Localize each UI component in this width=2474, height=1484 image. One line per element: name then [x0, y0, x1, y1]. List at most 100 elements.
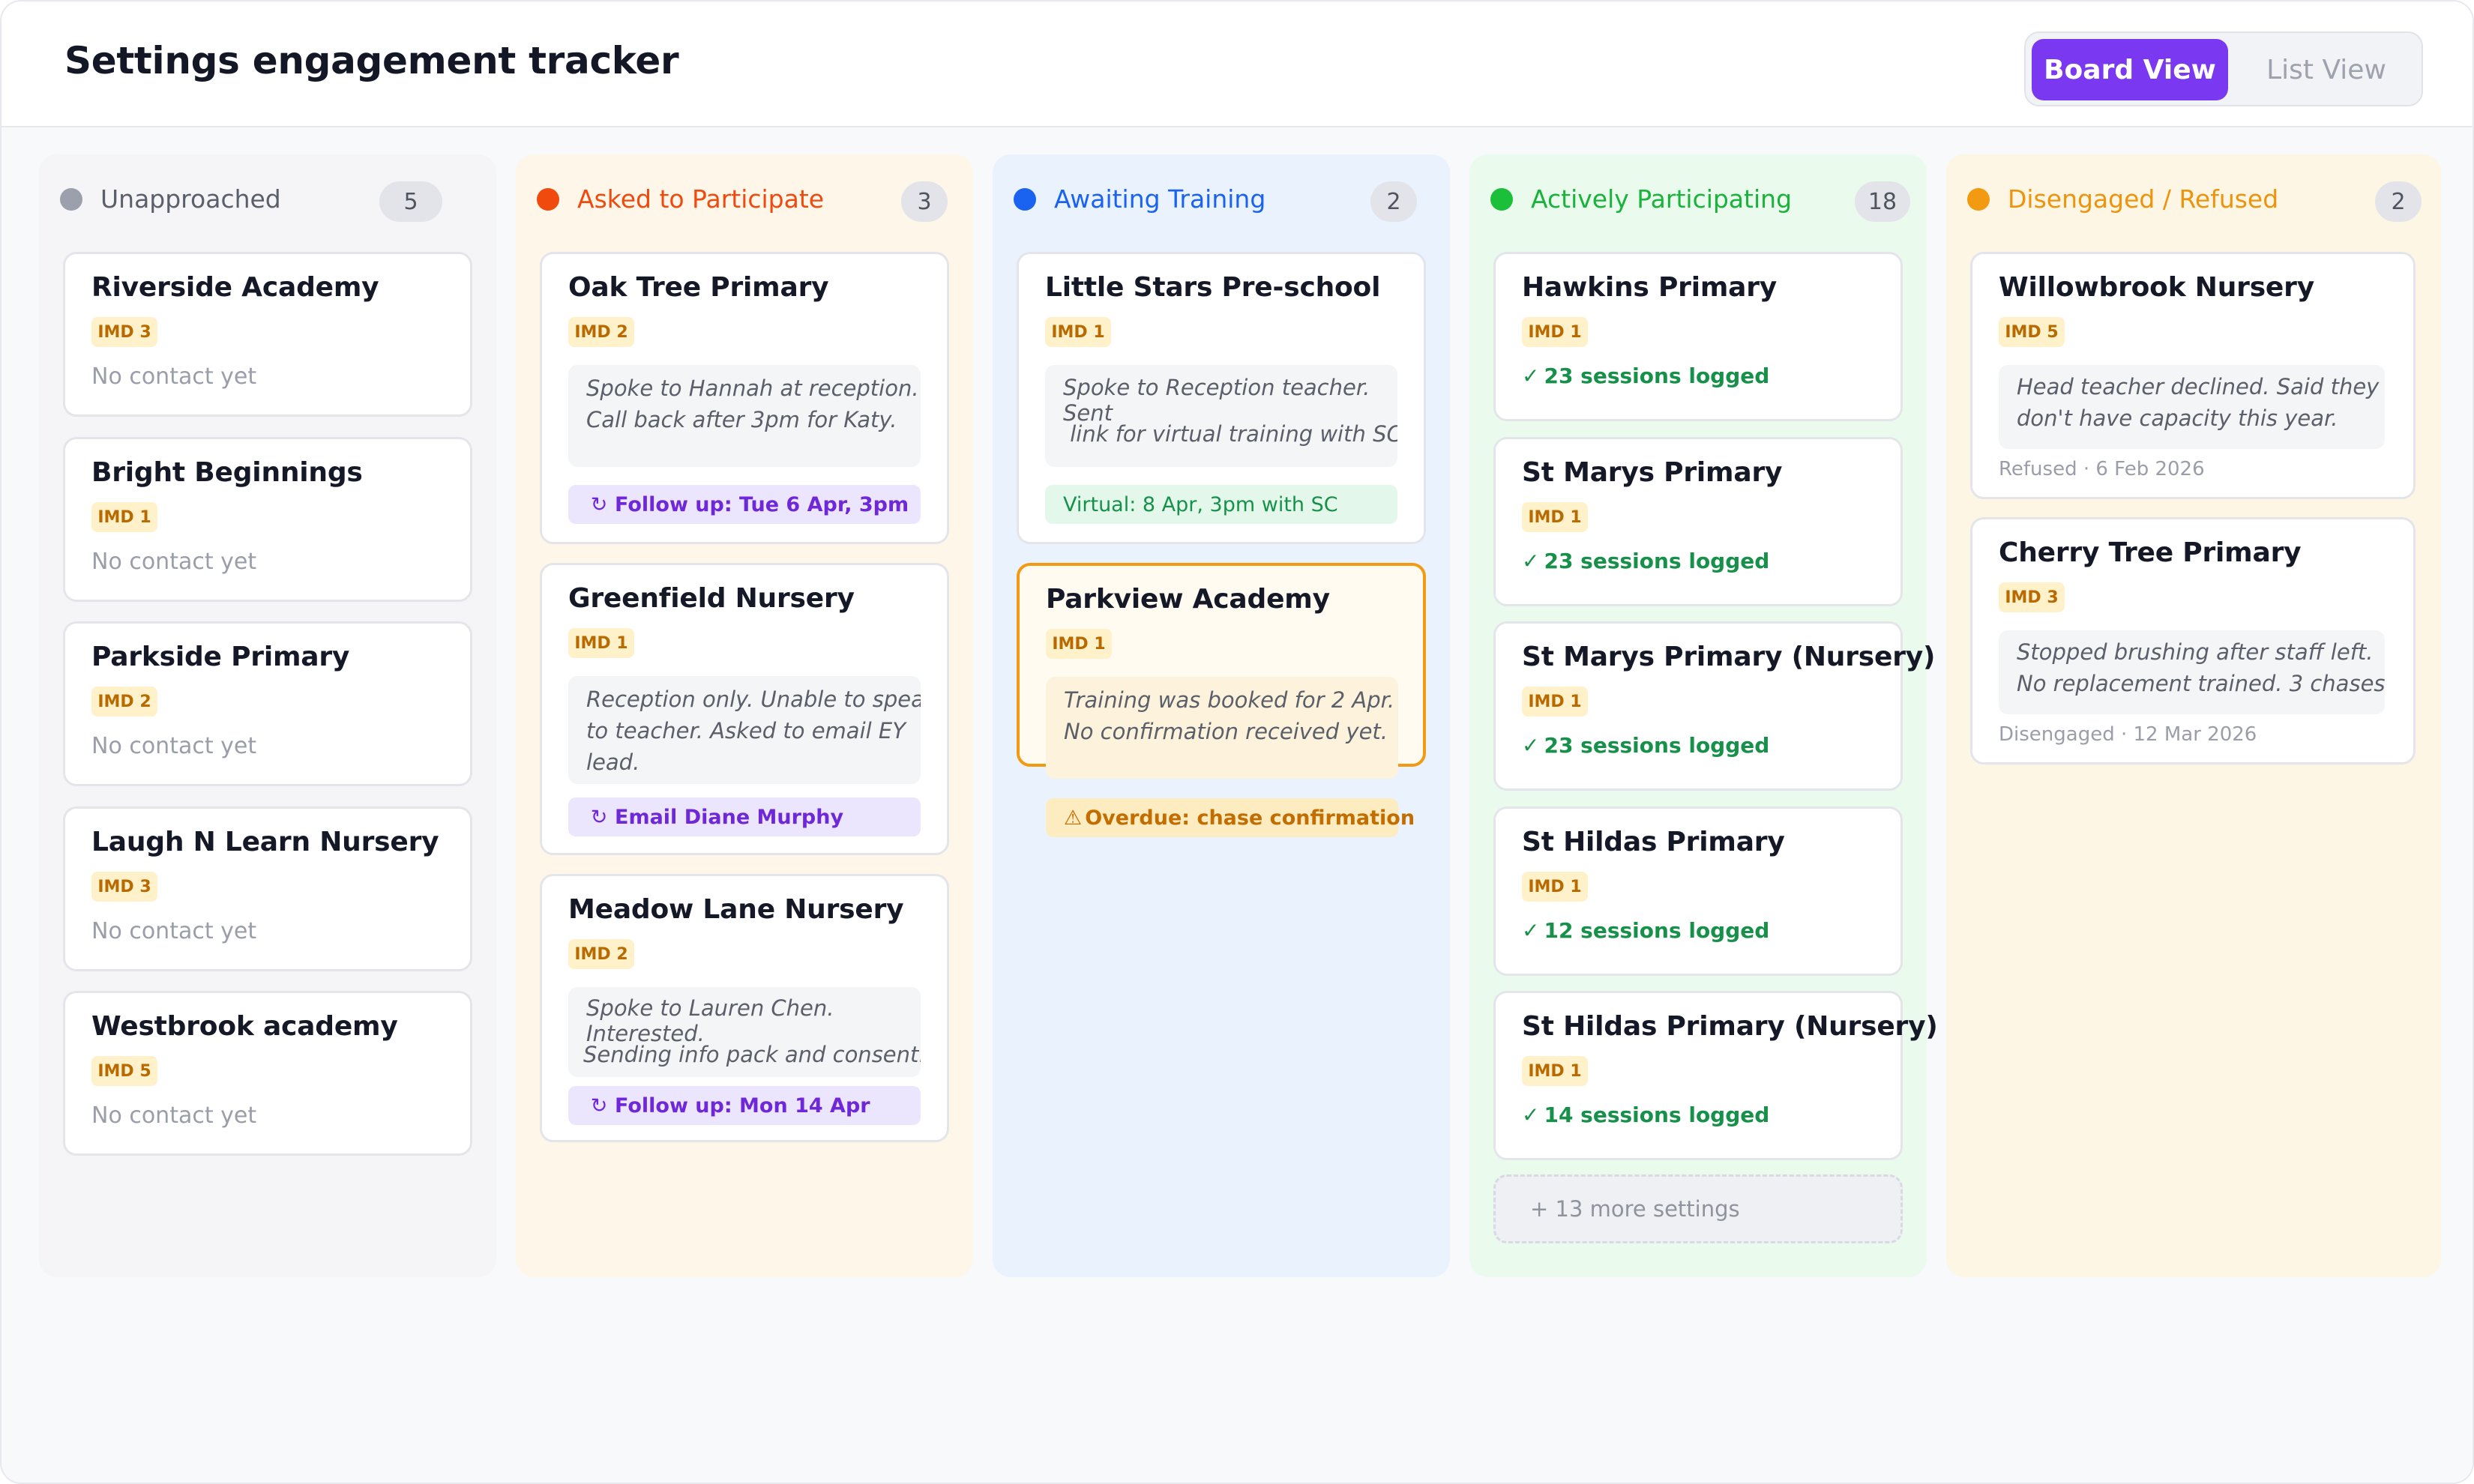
column-count-badge: 3: [901, 181, 948, 222]
check-icon: ✓: [1522, 1103, 1540, 1127]
setting-card[interactable]: Bright Beginnings IMD 1 No contact yet: [63, 437, 472, 602]
card-title: Meadow Lane Nursery: [568, 894, 904, 925]
imd-badge: IMD 1: [1522, 687, 1588, 717]
status-date: Disengaged · 12 Mar 2026: [1999, 723, 2257, 746]
setting-card-overdue[interactable]: Parkview Academy IMD 1 Training was book…: [1017, 563, 1426, 837]
setting-card[interactable]: Hawkins Primary IMD 1 ✓ 23 sessions logge…: [1493, 252, 1903, 421]
imd-badge: IMD 1: [1522, 317, 1588, 347]
column-asked-to-participate: Asked to Participate 3 Oak Tree Primary …: [516, 154, 973, 1277]
setting-card[interactable]: Little Stars Pre-school IMD 1 Spoke to R…: [1017, 252, 1426, 544]
setting-card[interactable]: Oak Tree Primary IMD 2 Spoke to Hannah a…: [540, 252, 949, 544]
setting-card[interactable]: Cherry Tree Primary IMD 3 Stopped brushi…: [1970, 517, 2416, 764]
column-header: Disengaged / Refused 2: [1946, 154, 2422, 246]
note-line: Spoke to Lauren Chen.: [586, 995, 834, 1021]
note-line: Stopped brushing after staff left.: [2017, 639, 2374, 665]
card-title: St Marys Primary: [1522, 457, 1783, 488]
contact-note: Stopped brushing after staff left. No re…: [1999, 630, 2385, 714]
imd-badge: IMD 1: [1046, 629, 1112, 659]
imd-badge: IMD 1: [568, 628, 634, 658]
imd-badge: IMD 1: [1522, 872, 1588, 902]
warning-icon: ⚠: [1064, 806, 1083, 830]
card-title: Cherry Tree Primary: [1999, 537, 2302, 568]
setting-card[interactable]: Laugh N Learn Nursery IMD 3 No contact y…: [63, 806, 472, 971]
sessions-label: 23 sessions logged: [1544, 549, 1770, 573]
setting-card[interactable]: St Marys Primary IMD 1 ✓ 23 sessions logg…: [1493, 437, 1903, 606]
follow-up-action[interactable]: ↻ Follow up: Tue 6 Apr, 3pm: [568, 485, 921, 524]
card-title: Laugh N Learn Nursery: [91, 827, 439, 857]
sessions-label: 23 sessions logged: [1544, 733, 1770, 758]
sessions-logged: ✓ 23 sessions logged: [1522, 549, 1769, 573]
contact-status: No contact yet: [91, 1103, 257, 1129]
imd-badge: IMD 3: [1999, 582, 2065, 612]
setting-card[interactable]: Meadow Lane Nursery IMD 2 Spoke to Laure…: [540, 874, 949, 1142]
imd-badge: IMD 2: [91, 687, 157, 717]
card-title: Parkside Primary: [91, 642, 350, 672]
note-line: Spoke to Reception teacher.: [1063, 375, 1370, 400]
setting-card[interactable]: St Marys Primary (Nursery) IMD 1 ✓ 23 ses…: [1493, 621, 1935, 791]
view-toggle: Board View List View: [2024, 31, 2423, 106]
column-title: Disengaged / Refused: [2008, 184, 2279, 214]
note-line: link for virtual training with SC.: [1063, 421, 1397, 447]
column-title: Unapproached: [100, 184, 281, 214]
note-line: lead.: [586, 749, 640, 775]
setting-card[interactable]: Parkside Primary IMD 2 No contact yet: [63, 621, 472, 786]
card-title: Willowbrook Nursery: [1999, 272, 2314, 303]
imd-badge: IMD 2: [568, 939, 634, 969]
check-icon: ✓: [1522, 549, 1540, 573]
sessions-logged: ✓ 23 sessions logged: [1522, 364, 1769, 388]
refresh-icon: ↻: [590, 1094, 608, 1117]
contact-status: No contact yet: [91, 364, 257, 390]
column-count-badge: 2: [2375, 181, 2422, 222]
note-line: Head teacher declined. Said they: [2017, 374, 2380, 399]
follow-up-action[interactable]: ↻ Email Diane Murphy: [568, 797, 921, 836]
sessions-label: 14 sessions logged: [1544, 1103, 1770, 1127]
card-title: Little Stars Pre-school: [1045, 272, 1381, 303]
contact-status: No contact yet: [91, 549, 257, 575]
note-line: don't have capacity this year.: [2017, 405, 2338, 431]
status-dot-icon: [537, 188, 559, 211]
setting-card[interactable]: St Hildas Primary (Nursery) IMD 1 ✓ 14 se…: [1493, 991, 1938, 1160]
status-dot-icon: [1014, 188, 1036, 211]
note-line: No replacement trained. 3 chases.: [2017, 671, 2385, 696]
column-header: Asked to Participate 3: [516, 154, 973, 246]
column-count-badge: 18: [1855, 181, 1910, 222]
action-label: Virtual: 8 Apr, 3pm with SC: [1063, 492, 1338, 516]
card-title: Riverside Academy: [91, 272, 379, 303]
column-title: Asked to Participate: [577, 184, 825, 214]
imd-badge: IMD 1: [91, 502, 157, 532]
status-dot-icon: [1490, 188, 1513, 211]
setting-card[interactable]: Greenfield Nursery IMD 1 Reception only.…: [540, 563, 949, 855]
column-title: Actively Participating: [1531, 184, 1793, 214]
follow-up-action[interactable]: ↻ Follow up: Mon 14 Apr: [568, 1086, 921, 1125]
app-window: Settings engagement tracker Board View L…: [0, 0, 2474, 1484]
list-view-button[interactable]: List View: [2237, 39, 2416, 100]
contact-status: No contact yet: [91, 918, 257, 944]
setting-card[interactable]: Westbrook academy IMD 5 No contact yet: [63, 991, 472, 1156]
training-booking: Virtual: 8 Apr, 3pm with SC: [1045, 485, 1397, 524]
column-unapproached: Unapproached 5 Riverside Academy IMD 3 N…: [39, 154, 496, 1277]
contact-note: Spoke to Hannah at reception. Call back …: [568, 365, 921, 467]
contact-note: Spoke to Reception teacher. Sent link fo…: [1045, 365, 1397, 467]
column-actively-participating: Actively Participating 18 Hawkins Primar…: [1469, 154, 1938, 1277]
board-view-button[interactable]: Board View: [2032, 39, 2228, 100]
action-label: Follow up: Tue 6 Apr, 3pm: [615, 492, 909, 516]
column-title: Awaiting Training: [1054, 184, 1266, 214]
page-title: Settings engagement tracker: [64, 39, 679, 82]
note-line: Interested.: [586, 1021, 705, 1046]
card-title: St Hildas Primary (Nursery): [1522, 1011, 1938, 1042]
status-dot-icon: [60, 188, 82, 211]
sessions-label: 12 sessions logged: [1544, 918, 1770, 943]
status-date: Refused · 6 Feb 2026: [1999, 458, 2205, 480]
setting-card[interactable]: St Hildas Primary IMD 1 ✓ 12 sessions log…: [1493, 806, 1903, 976]
imd-badge: IMD 1: [1522, 502, 1588, 532]
column-count-badge: 5: [379, 181, 442, 222]
card-title: Hawkins Primary: [1522, 272, 1778, 303]
column-header: Awaiting Training 2: [993, 154, 1450, 246]
setting-card[interactable]: Riverside Academy IMD 3 No contact yet: [63, 252, 472, 417]
column-header: Unapproached 5: [39, 154, 496, 246]
setting-card[interactable]: Willowbrook Nursery IMD 5 Head teacher d…: [1970, 252, 2416, 499]
overdue-action[interactable]: ⚠ Overdue: chase confirmation: [1046, 798, 1415, 837]
more-settings-button[interactable]: + 13 more settings: [1493, 1174, 1903, 1243]
column-header: Actively Participating 18: [1469, 154, 1927, 246]
refresh-icon: ↻: [590, 805, 608, 829]
